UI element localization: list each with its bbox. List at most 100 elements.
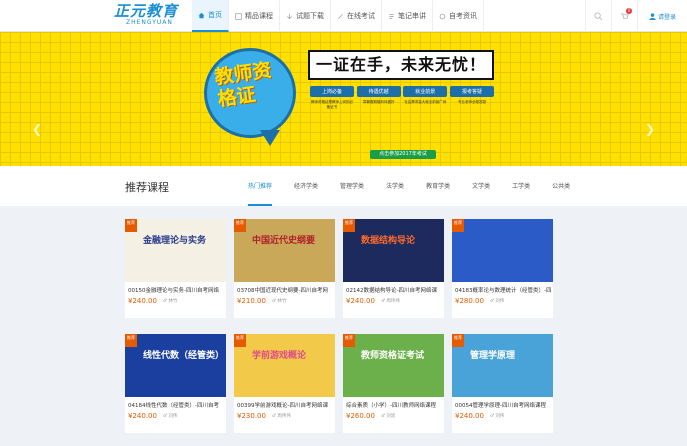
course-title[interactable]: 03708中国近现代史纲要-四川自考网 — [234, 282, 335, 295]
course-thumbnail[interactable]: 推荐 中国近代史纲要 — [234, 219, 335, 282]
banner-features: 上岗必备 教师资格证是教师上岗的必备证书 待遇优越 寒暑假期福利待遇好 就业前景… — [310, 86, 494, 148]
hero-banner[interactable]: ❮ ❯ 教师资格证 一证在手，未来无忧！ 上岗必备 教师资格证是教师上岗的必备证… — [0, 32, 687, 198]
course-teacher: ♂ 刘思 — [380, 414, 396, 419]
cart-badge: 0 — [626, 8, 632, 14]
category-tab[interactable]: 公共类 — [552, 166, 570, 206]
feature-title: 待遇优越 — [356, 86, 401, 97]
course-card[interactable]: 推荐 中国近代史纲要 03708中国近现代史纲要-四川自考网 ¥210.00 ♂ 林竹 — [234, 219, 335, 318]
course-price: ¥240.00 — [128, 297, 157, 305]
thumbnail-text: 学前游戏概论 — [252, 351, 307, 361]
login-label: 请登录 — [657, 13, 676, 21]
logo-main-text: 正元教育 — [114, 2, 179, 20]
banner-slogan: 一证在手，未来无忧！ — [308, 50, 494, 80]
feature-title: 报考答疑 — [449, 86, 494, 97]
course-thumbnail[interactable]: 推荐 教师资格证考试 — [343, 334, 444, 397]
course-thumbnail[interactable]: 推荐 — [452, 219, 553, 282]
category-tab[interactable]: 管理学类 — [340, 166, 364, 206]
site-logo[interactable]: 正元教育 ZHENGYUAN — [114, 3, 184, 30]
feature-title: 上岗必备 — [310, 86, 354, 97]
recommend-tag: 推荐 — [343, 334, 355, 347]
user-icon — [648, 12, 656, 20]
thumbnail-text: 线性代数（经管类） — [143, 351, 225, 361]
feature-item: 待遇优越 寒暑假期福利待遇好 — [356, 86, 401, 148]
course-card[interactable]: 推荐 金融理论与实务 00150金融理论与实务-四川自考网络 ¥240.00 ♂ 林竹 — [125, 219, 226, 318]
search-button[interactable] — [585, 0, 611, 32]
home-icon — [198, 12, 205, 18]
cart-button[interactable]: 0 — [611, 0, 637, 32]
course-card[interactable]: 推荐 管理学原理 00054管理学原理-四川自考网络课程 ¥240.00 ♂ 刘伟 — [452, 334, 553, 433]
banner-next-arrow[interactable]: ❯ — [645, 122, 655, 136]
banner-content: 教师资格证 一证在手，未来无忧！ 上岗必备 教师资格证是教师上岗的必备证书 待遇… — [200, 42, 494, 162]
course-thumbnail[interactable]: 推荐 金融理论与实务 — [125, 219, 226, 282]
course-meta: ¥210.00 ♂ 林竹 — [234, 295, 335, 307]
thumbnail-text: 金融理论与实务 — [143, 236, 207, 246]
nav-home[interactable]: 首页 — [192, 0, 229, 32]
category-tab[interactable]: 法学类 — [386, 166, 404, 206]
course-title[interactable]: 00054管理学原理-四川自考网络课程 — [452, 397, 553, 410]
course-thumbnail[interactable]: 推荐 学前游戏概论 — [234, 334, 335, 397]
nav-downloads[interactable]: 试题下载 — [280, 0, 331, 32]
course-price: ¥260.00 — [346, 412, 375, 420]
course-meta: ¥240.00 ♂ 林竹 — [125, 295, 226, 307]
course-thumbnail[interactable]: 推荐 线性代数（经管类） — [125, 334, 226, 397]
course-teacher: ♂ 林竹 — [271, 299, 287, 304]
logo-sub-text: ZHENGYUAN — [126, 19, 173, 26]
speech-bubble-tail — [260, 130, 280, 146]
recommend-tag: 推荐 — [234, 219, 246, 232]
feature-desc: 专业老师全程答疑 — [457, 100, 486, 104]
recommend-tag: 推荐 — [125, 334, 137, 347]
banner-cta-button[interactable]: 点击参加2017年考试 — [370, 150, 436, 159]
category-tab[interactable]: 教育学类 — [426, 166, 450, 206]
course-card[interactable]: 推荐 线性代数（经管类） 04184线性代数（经管类）-四川自考 ¥240.00 ♂ 刘… — [125, 334, 226, 433]
category-tab[interactable]: 工学类 — [512, 166, 530, 206]
course-thumbnail[interactable]: 推荐 数据结构导论 — [343, 219, 444, 282]
course-teacher: ♂ 周玮伟 — [380, 299, 400, 304]
course-card[interactable]: 推荐 教师资格证考试 综合素质（小学）-四川教师网络课程 ¥260.00 ♂ 刘思 — [343, 334, 444, 433]
main-nav: 首页 精品课程 试题下载 在线考试 笔记串讲 自考资讯 — [192, 0, 484, 32]
thumbnail-text: 数据结构导论 — [361, 236, 416, 246]
category-tabs: 热门推荐 经济学类 管理学类 法学类 教育学类 文学类 工学类 公共类 — [248, 166, 592, 206]
thumbnail-text: 教师资格证考试 — [361, 351, 425, 361]
course-title[interactable]: 综合素质（小学）-四川教师网络课程 — [343, 397, 444, 410]
course-title[interactable]: 04184线性代数（经管类）-四川自考 — [125, 397, 226, 410]
course-teacher: ♂ 林竹 — [162, 299, 178, 304]
search-icon — [594, 11, 603, 20]
course-title[interactable]: 04183概率论与数理统计（经管类）-四 — [452, 282, 553, 295]
course-title[interactable]: 02142数据结构导论-四川自考网络课 — [343, 282, 444, 295]
course-price: ¥240.00 — [128, 412, 157, 420]
news-icon — [439, 13, 446, 19]
course-meta: ¥240.00 ♂ 刘伟 — [125, 410, 226, 422]
course-card[interactable]: 推荐 数据结构导论 02142数据结构导论-四川自考网络课 ¥240.00 ♂ 周玮伟 — [343, 219, 444, 318]
course-thumbnail[interactable]: 推荐 管理学原理 — [452, 334, 553, 397]
course-price: ¥240.00 — [455, 412, 484, 420]
category-tab[interactable]: 文学类 — [472, 166, 490, 206]
nav-courses[interactable]: 精品课程 — [229, 0, 280, 32]
feature-desc: 教师资格证是教师上岗的必备证书 — [311, 100, 353, 109]
top-header: 正元教育 ZHENGYUAN 首页 精品课程 试题下载 在线考试 笔记串讲 自考… — [0, 0, 687, 32]
course-meta: ¥230.00 ♂ 周伟伟 — [234, 410, 335, 422]
category-tab[interactable]: 经济学类 — [294, 166, 318, 206]
thumbnail-text: 中国近代史纲要 — [252, 236, 316, 246]
recommend-header: 推荐课程 热门推荐 经济学类 管理学类 法学类 教育学类 文学类 工学类 公共类 — [0, 166, 687, 206]
nav-news[interactable]: 自考资讯 — [433, 0, 484, 32]
course-card[interactable]: 推荐 学前游戏概论 00399学前游戏概论-四川自考网络课 ¥230.00 ♂ 周伟伟 — [234, 334, 335, 433]
login-button[interactable]: 请登录 — [637, 0, 687, 32]
nav-notes[interactable]: 笔记串讲 — [382, 0, 433, 32]
recommend-tag: 推荐 — [234, 334, 246, 347]
course-card[interactable]: 推荐 04183概率论与数理统计（经管类）-四 ¥280.00 ♂ 刘伟 — [452, 219, 553, 318]
feature-desc: 社会需求量大就业前景广阔 — [404, 100, 447, 104]
recommend-tag: 推荐 — [452, 334, 464, 347]
nav-online-exam[interactable]: 在线考试 — [331, 0, 382, 32]
course-meta: ¥240.00 ♂ 周玮伟 — [343, 295, 444, 307]
course-teacher: ♂ 周伟伟 — [271, 414, 291, 419]
course-price: ¥280.00 — [455, 297, 484, 305]
nav-label: 自考资讯 — [449, 12, 477, 20]
header-tools: 0 请登录 — [585, 0, 687, 32]
course-title[interactable]: 00399学前游戏概论-四川自考网络课 — [234, 397, 335, 410]
category-tab[interactable]: 热门推荐 — [248, 166, 273, 206]
thumbnail-text: 管理学原理 — [470, 351, 516, 361]
course-teacher: ♂ 刘伟 — [162, 414, 178, 419]
course-price: ¥240.00 — [346, 297, 375, 305]
banner-prev-arrow[interactable]: ❮ — [32, 122, 42, 136]
course-title[interactable]: 00150金融理论与实务-四川自考网络 — [125, 282, 226, 295]
